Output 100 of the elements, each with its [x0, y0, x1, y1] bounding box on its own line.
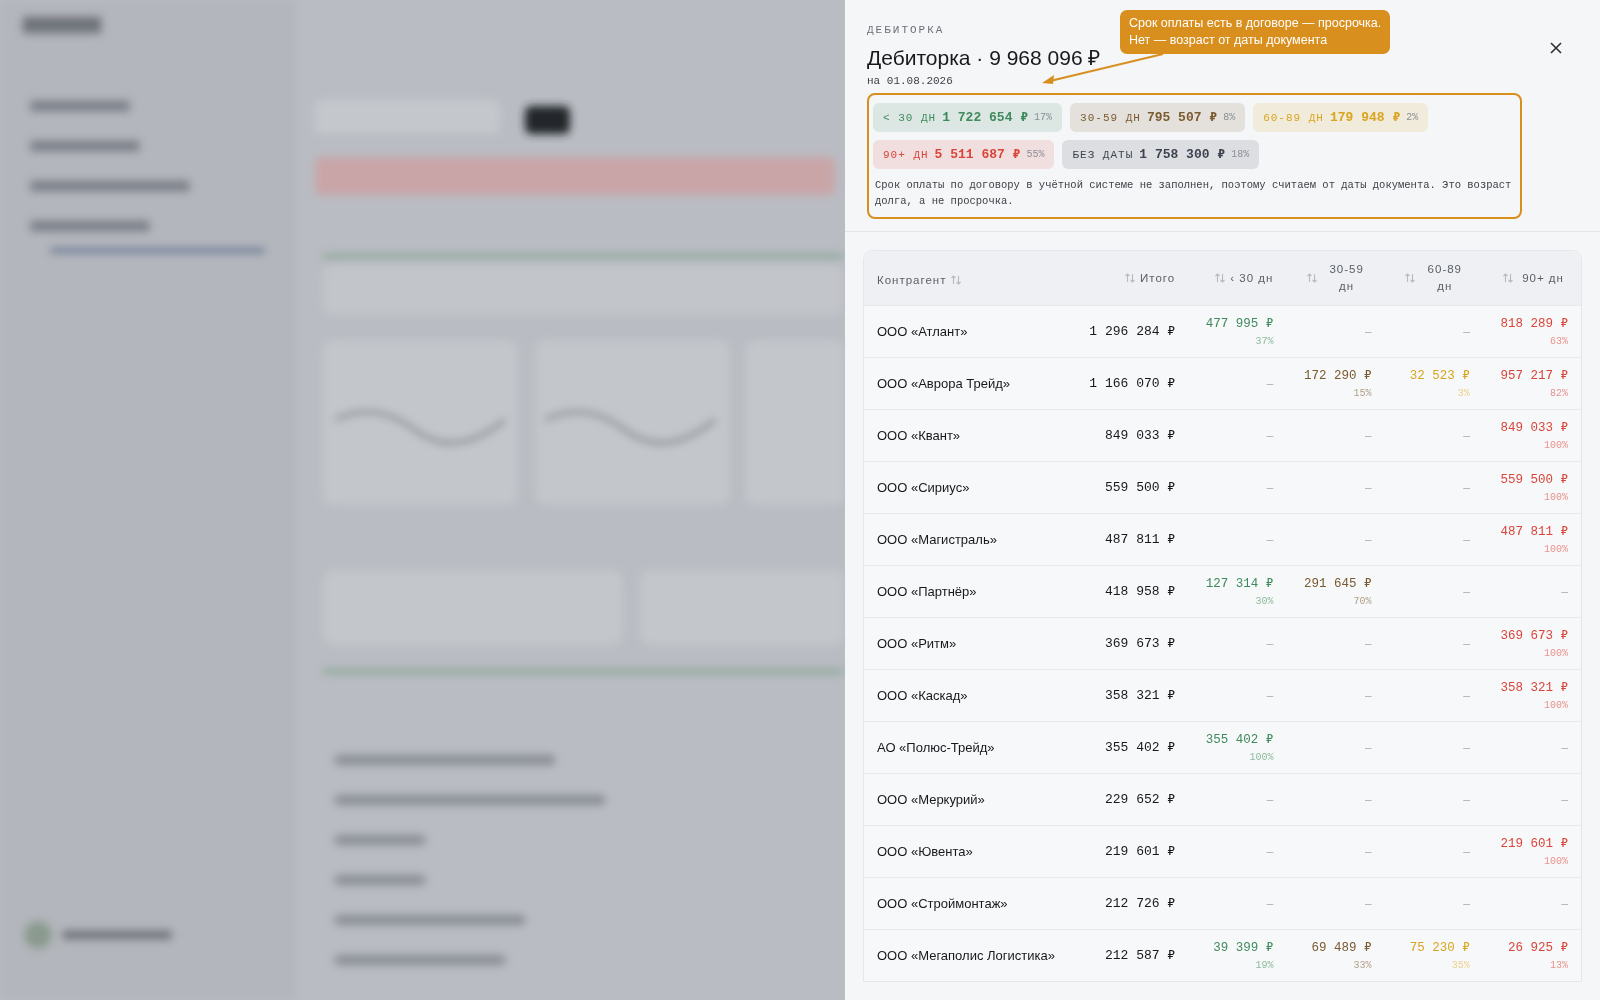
drawer-eyebrow: ДЕБИТОРКА [867, 23, 945, 38]
empty-cell-text: — [1561, 896, 1568, 912]
empty-cell-text: — [1463, 844, 1470, 860]
column-header[interactable]: 60-89 дн [1371, 261, 1470, 296]
column-header[interactable]: 90+ дн [1469, 269, 1568, 287]
column-header[interactable]: Итого [1077, 269, 1176, 287]
percent-cell-text: 82% [1550, 386, 1568, 401]
percent-cell-text: 37% [1255, 334, 1274, 349]
empty-cell-text: — [1561, 584, 1568, 600]
total-cell-text: 212 587 ₽ [1103, 947, 1176, 965]
percent-cell-text: 35% [1451, 958, 1470, 973]
aging-note: Срок оплаты по договору в учётной системе не заполнен, поэтому считаем от даты документа. Это возраст долга, а не просрочка. [874, 178, 1513, 210]
amount-cell-text: 487 811 ₽ [1500, 523, 1568, 541]
empty-cell-text: — [1365, 688, 1372, 704]
amount-cell-text: 477 995 ₽ [1205, 315, 1274, 333]
chip-label: 90+ ДН [883, 147, 929, 163]
empty-cell-text: — [1463, 792, 1470, 808]
total-cell-text: 369 673 ₽ [1103, 635, 1176, 653]
percent-cell-text: 100% [1544, 542, 1568, 557]
total-cell-text: 229 652 ₽ [1103, 791, 1176, 809]
percent-cell-text: 15% [1353, 386, 1372, 401]
total-cell-text: 355 402 ₽ [1103, 739, 1176, 757]
counterparty-cell-text: ООО «Атлант» [877, 323, 969, 341]
empty-cell-text: — [1266, 688, 1274, 704]
empty-cell-text: — [1266, 636, 1274, 652]
aging-chip[interactable]: 90+ ДН 5 511 687 ₽ 55% [873, 140, 1055, 170]
chip-label: БЕЗ ДАТЫ [1072, 147, 1134, 163]
percent-cell-text: 13% [1550, 958, 1568, 973]
chip-percent: 55% [1026, 148, 1045, 163]
percent-cell-text: 33% [1353, 958, 1372, 973]
chip-amount: 1 722 654 ₽ [942, 109, 1029, 127]
total-cell-text: 358 321 ₽ [1103, 687, 1176, 705]
empty-cell-text: — [1266, 532, 1274, 548]
chip-label: 30-59 ДН [1080, 110, 1141, 126]
empty-cell-text: — [1463, 896, 1470, 912]
empty-cell-text: — [1463, 480, 1470, 496]
amount-cell-text: 849 033 ₽ [1500, 419, 1568, 437]
amount-cell-text: 291 645 ₽ [1304, 575, 1372, 593]
counterparty-cell-text: ООО «Каскад» [877, 687, 969, 705]
empty-cell-text: — [1463, 324, 1470, 340]
sort-icon[interactable] [1214, 272, 1227, 285]
total-cell-text: 487 811 ₽ [1103, 531, 1176, 549]
aging-chip[interactable]: < 30 ДН 1 722 654 ₽ 17% [873, 103, 1063, 133]
chip-amount: 1 758 300 ₽ [1139, 146, 1226, 164]
chip-percent: 18% [1231, 148, 1250, 163]
column-header[interactable]: ‹ 30 дн [1175, 269, 1274, 287]
percent-cell-text: 19% [1255, 958, 1274, 973]
amount-cell-text: 39 399 ₽ [1213, 939, 1274, 957]
percent-cell-text: 100% [1249, 750, 1274, 765]
counterparty-cell-text: ООО «Квант» [877, 427, 962, 445]
amount-cell-text: 75 230 ₽ [1409, 939, 1470, 957]
chip-percent: 17% [1034, 111, 1053, 126]
total-cell-text: 418 958 ₽ [1103, 583, 1176, 601]
chip-amount: 795 507 ₽ [1146, 109, 1218, 127]
counterparty-cell-text: ООО «Партнёр» [877, 583, 978, 601]
empty-cell-text: — [1266, 480, 1274, 496]
report-date: на 01.08.2026 [867, 73, 953, 89]
total-cell-text: 849 033 ₽ [1103, 427, 1176, 445]
chip-label: < 30 ДН [883, 110, 937, 126]
empty-cell-text: — [1463, 584, 1470, 600]
percent-cell-text: 100% [1544, 438, 1568, 453]
counterparty-cell-text: ООО «Аврора Трейд» [877, 375, 1012, 393]
aging-chip[interactable]: БЕЗ ДАТЫ 1 758 300 ₽ 18% [1062, 140, 1260, 170]
amount-cell-text: 127 314 ₽ [1205, 575, 1274, 593]
amount-cell-text: 355 402 ₽ [1205, 731, 1274, 749]
percent-cell-text: 100% [1544, 490, 1568, 505]
column-header[interactable]: 30-59 дн [1273, 261, 1372, 296]
column-header[interactable]: Контрагент [877, 267, 1077, 289]
sort-icon[interactable] [1502, 272, 1514, 285]
percent-cell-text: 3% [1457, 386, 1470, 401]
amount-cell-text: 26 925 ₽ [1507, 939, 1568, 957]
total-cell-text: 212 726 ₽ [1103, 895, 1176, 913]
total-cell-text: 1 296 284 ₽ [1088, 323, 1176, 341]
empty-cell-text: — [1266, 844, 1274, 860]
empty-cell-text: — [1365, 844, 1372, 860]
percent-cell-text: 100% [1544, 854, 1568, 869]
counterparty-cell-text: АО «Полюс-Трейд» [877, 739, 996, 757]
sort-icon[interactable] [1124, 272, 1137, 285]
counterparty-cell-text: ООО «Мегаполис Логистика» [877, 947, 1056, 965]
amount-cell-text: 369 673 ₽ [1500, 627, 1568, 645]
sort-icon[interactable] [1305, 272, 1318, 285]
counterparty-cell-text: ООО «Магистраль» [877, 531, 998, 549]
counterparty-cell-text: ООО «Сириус» [877, 479, 971, 497]
empty-cell-text: — [1365, 740, 1372, 756]
sort-icon[interactable] [1403, 272, 1416, 285]
amount-cell-text: 172 290 ₽ [1304, 367, 1372, 385]
percent-cell-text: 30% [1255, 594, 1274, 609]
total-cell-text: 1 166 070 ₽ [1088, 375, 1176, 393]
sort-icon[interactable] [950, 274, 963, 287]
empty-cell-text: — [1365, 896, 1372, 912]
amount-cell-text: 559 500 ₽ [1500, 471, 1568, 489]
empty-cell-text: — [1463, 688, 1470, 704]
empty-cell-text: — [1266, 376, 1274, 392]
aging-chip[interactable]: 30-59 ДН 795 507 ₽ 8% [1070, 103, 1246, 133]
empty-cell-text: — [1365, 532, 1372, 548]
percent-cell-text: 70% [1353, 594, 1372, 609]
empty-cell-text: — [1463, 636, 1470, 652]
amount-cell-text: 818 289 ₽ [1500, 315, 1568, 333]
chip-percent: 2% [1406, 111, 1419, 126]
amount-cell-text: 32 523 ₽ [1409, 367, 1470, 385]
